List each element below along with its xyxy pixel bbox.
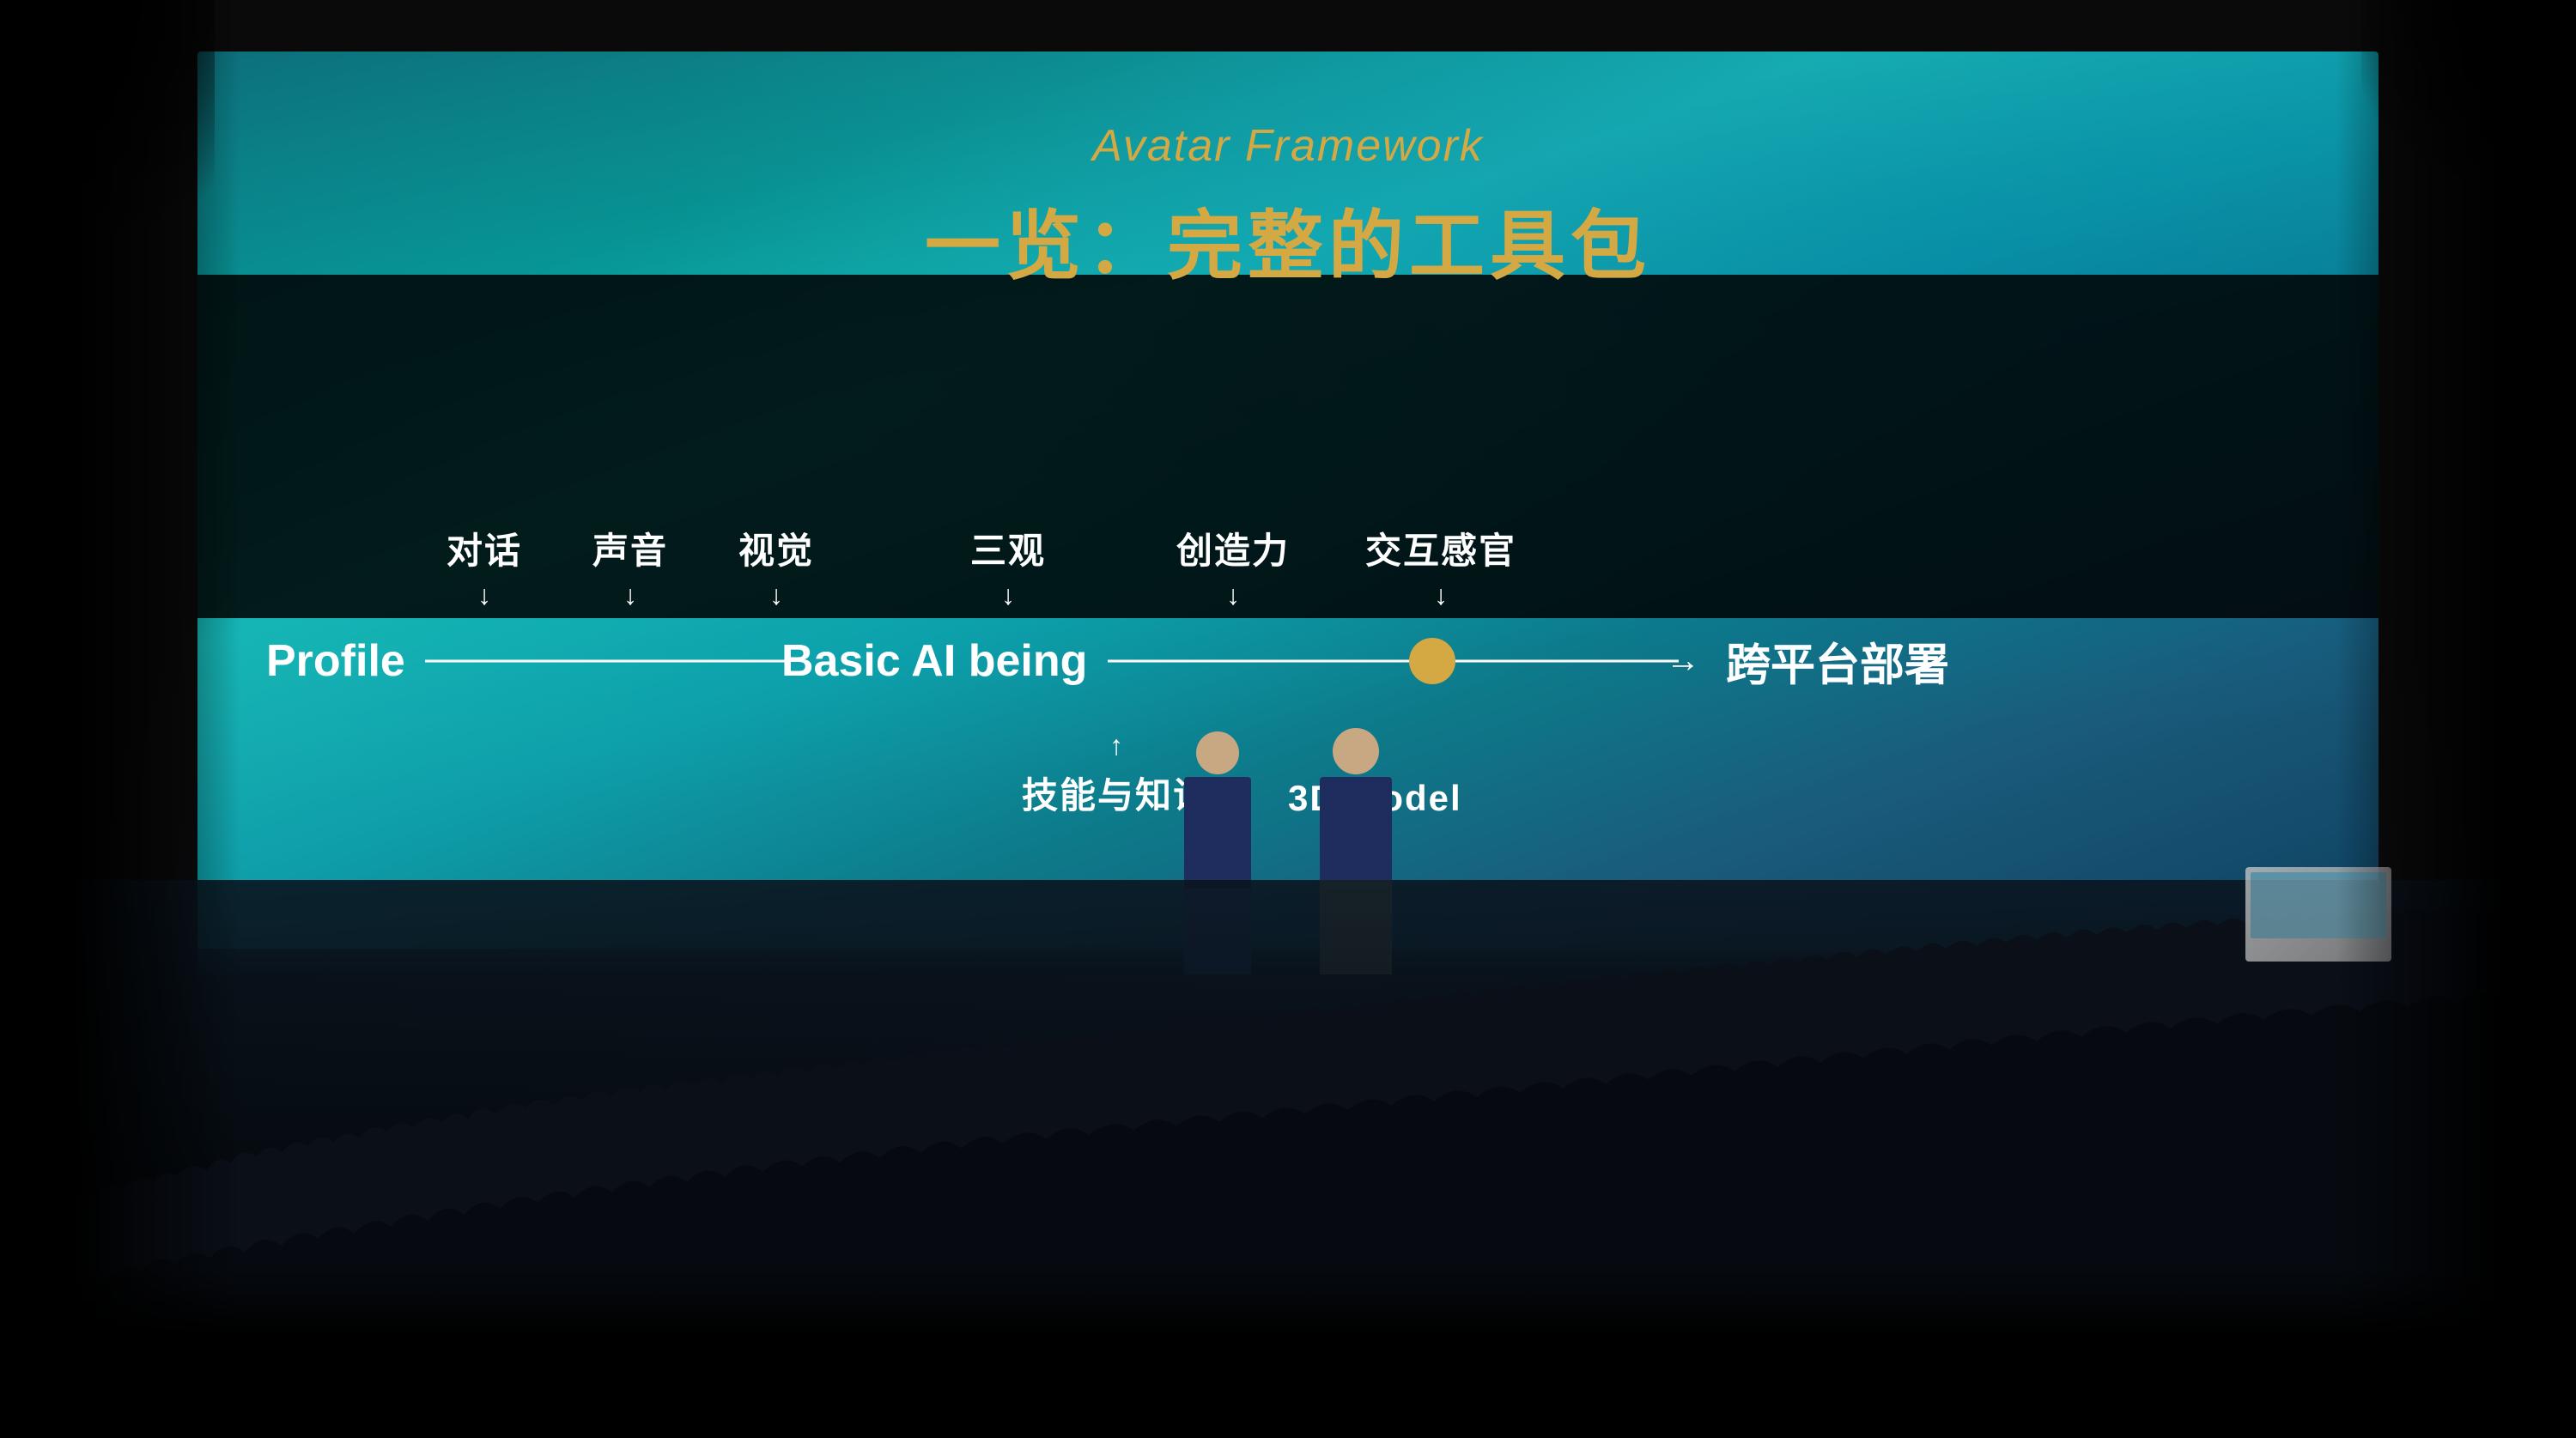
corner-vignette-tr xyxy=(2361,0,2576,258)
chuangzaoli-arrow: ↓ xyxy=(1226,579,1240,611)
chuangzaoli-text: 创造力 xyxy=(1176,522,1290,574)
label-jiaohu: 交互感官 ↓ xyxy=(1365,522,1516,611)
duihua-text: 对话 xyxy=(447,522,522,574)
flow-arrow: → xyxy=(1666,642,1700,681)
title-chinese: 一览：完整的工具包 xyxy=(197,185,2379,294)
jiaohu-arrow: ↓ xyxy=(1434,579,1448,611)
label-shijue: 视觉 ↓ xyxy=(738,522,814,611)
vignette-bottom xyxy=(0,1266,2576,1438)
highlight-dot xyxy=(1409,638,1455,684)
cross-platform-label: 跨平台部署 xyxy=(1726,629,1949,694)
sanguan-arrow: ↓ xyxy=(1001,579,1015,611)
speaker2-head xyxy=(1333,728,1379,774)
jiaohu-text: 交互感官 xyxy=(1365,522,1516,574)
duihua-arrow: ↓ xyxy=(477,579,491,611)
line-left xyxy=(425,660,786,663)
speaker1-torso xyxy=(1184,777,1251,889)
speaker2-torso xyxy=(1320,777,1392,880)
line-mid xyxy=(1108,660,1443,663)
title-english: Avatar Framework xyxy=(197,120,2379,172)
speaker1-head xyxy=(1196,731,1239,774)
basic-ai-label: Basic AI being xyxy=(781,635,1087,687)
label-shengyin: 声音 ↓ xyxy=(592,522,668,611)
label-sanguan: 三观 ↓ xyxy=(970,522,1046,611)
main-flow-row: Profile Basic AI being → 跨平台部署 xyxy=(266,627,2310,695)
top-labels-row: 对话 ↓ 声音 ↓ 视觉 ↓ 三观 ↓ 创造力 ↓ xyxy=(266,507,2310,618)
label-duihua: 对话 ↓ xyxy=(447,522,522,611)
sanguan-text: 三观 xyxy=(970,522,1046,574)
shijue-text: 视觉 xyxy=(738,522,814,574)
shengyin-text: 声音 xyxy=(592,522,668,574)
corner-vignette-tl xyxy=(0,0,215,343)
shijue-arrow: ↓ xyxy=(769,579,783,611)
label-chuangzaoli: 创造力 ↓ xyxy=(1176,522,1290,611)
content-band: 对话 ↓ 声音 ↓ 视觉 ↓ 三观 ↓ 创造力 ↓ xyxy=(197,275,2379,618)
shengyin-arrow: ↓ xyxy=(623,579,637,611)
profile-label: Profile xyxy=(266,635,405,687)
title-area: Avatar Framework 一览：完整的工具包 xyxy=(197,120,2379,294)
line-right xyxy=(1455,660,1679,663)
